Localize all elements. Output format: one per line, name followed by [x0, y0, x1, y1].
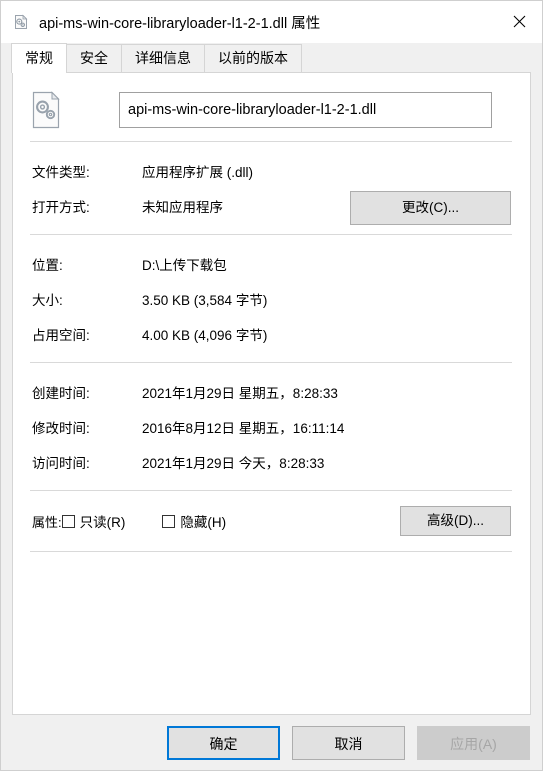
- title-bar: api-ms-win-core-libraryloader-l1-2-1.dll…: [1, 1, 542, 43]
- row-file-type: 文件类型: 应用程序扩展 (.dll): [13, 153, 530, 188]
- size-on-disk-value: 4.00 KB (4,096 字节): [142, 327, 268, 343]
- modified-label: 修改时间:: [32, 420, 90, 436]
- location-value: D:\上传下载包: [142, 257, 227, 273]
- tab-security[interactable]: 安全: [66, 44, 122, 72]
- readonly-label: 只读(R): [79, 515, 126, 530]
- advanced-button[interactable]: 高级(D)...: [400, 506, 511, 536]
- row-modified: 修改时间: 2016年8月12日 星期五，16:11:14: [13, 409, 530, 444]
- change-button[interactable]: 更改(C)...: [350, 191, 511, 225]
- ok-button[interactable]: 确定: [167, 725, 280, 760]
- row-created: 创建时间: 2021年1月29日 星期五，8:28:33: [13, 374, 530, 409]
- tab-previous-versions[interactable]: 以前的版本: [204, 44, 302, 72]
- size-value: 3.50 KB (3,584 字节): [142, 292, 268, 308]
- accessed-label: 访问时间:: [32, 455, 90, 471]
- created-value: 2021年1月29日 星期五，8:28:33: [142, 385, 338, 401]
- file-type-value: 应用程序扩展 (.dll): [142, 164, 253, 180]
- file-properties-dialog: api-ms-win-core-libraryloader-l1-2-1.dll…: [0, 0, 543, 771]
- size-label: 大小:: [32, 292, 63, 308]
- file-type-label: 文件类型:: [32, 164, 90, 180]
- apply-button: 应用(A): [417, 725, 530, 760]
- dialog-footer: 确定 取消 应用(A): [1, 715, 542, 770]
- attributes-row: 属性: 只读(R) 隐藏(H) 高级(D)...: [13, 504, 530, 538]
- timestamps-group: 创建时间: 2021年1月29日 星期五，8:28:33 修改时间: 2016年…: [13, 374, 530, 479]
- hidden-label: 隐藏(H): [180, 515, 227, 530]
- file-type-group: 文件类型: 应用程序扩展 (.dll) 打开方式: 未知应用程序 更改(C)..…: [13, 153, 530, 225]
- size-on-disk-label: 占用空间:: [32, 327, 90, 343]
- general-tab-panel: 文件类型: 应用程序扩展 (.dll) 打开方式: 未知应用程序 更改(C)..…: [12, 72, 531, 715]
- dll-file-icon: [13, 14, 29, 30]
- tab-details[interactable]: 详细信息: [121, 44, 205, 72]
- window-title: api-ms-win-core-libraryloader-l1-2-1.dll…: [39, 15, 321, 32]
- row-accessed: 访问时间: 2021年1月29日 今天，8:28:33: [13, 444, 530, 479]
- modified-value: 2016年8月12日 星期五，16:11:14: [142, 420, 345, 436]
- row-opens-with: 打开方式: 未知应用程序 更改(C)...: [13, 188, 530, 225]
- divider: [30, 551, 512, 552]
- filename-input[interactable]: [119, 92, 492, 128]
- row-location: 位置: D:\上传下载包: [13, 246, 530, 281]
- location-label: 位置:: [32, 257, 63, 273]
- tab-general[interactable]: 常规: [11, 43, 67, 73]
- opens-with-label: 打开方式:: [32, 199, 90, 215]
- checkbox-box[interactable]: [61, 514, 75, 528]
- opens-with-value: 未知应用程序: [142, 199, 223, 215]
- checkbox-box[interactable]: [162, 514, 176, 528]
- attributes-label: 属性:: [32, 514, 62, 530]
- created-label: 创建时间:: [32, 385, 90, 401]
- accessed-value: 2021年1月29日 今天，8:28:33: [142, 455, 325, 471]
- cancel-button[interactable]: 取消: [292, 725, 405, 760]
- row-size: 大小: 3.50 KB (3,584 字节): [13, 281, 530, 316]
- location-size-group: 位置: D:\上传下载包 大小: 3.50 KB (3,584 字节) 占用空间…: [13, 246, 530, 351]
- row-size-on-disk: 占用空间: 4.00 KB (4,096 字节): [13, 316, 530, 351]
- file-header: [13, 73, 530, 130]
- tab-strip: 常规 安全 详细信息 以前的版本: [1, 43, 542, 73]
- hidden-checkbox[interactable]: 隐藏(H): [162, 511, 226, 531]
- readonly-checkbox[interactable]: 只读(R): [61, 511, 126, 531]
- dll-file-icon: [30, 90, 62, 130]
- close-icon[interactable]: [496, 1, 542, 42]
